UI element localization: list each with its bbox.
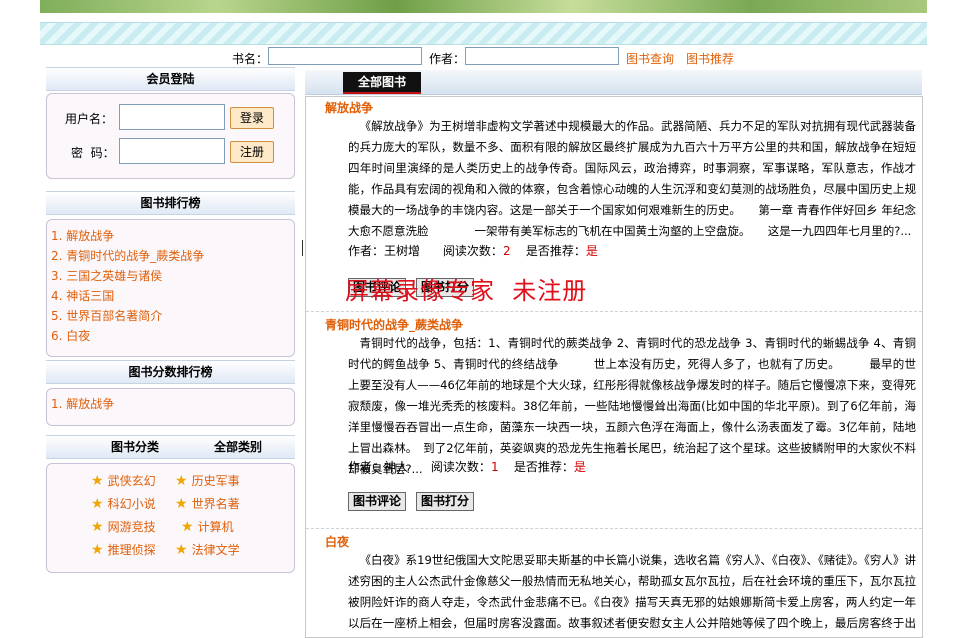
ranking-header: 图书排行榜: [46, 191, 295, 215]
ranking-item[interactable]: 1. 解放战争: [51, 226, 294, 246]
decorative-stripe: [40, 22, 927, 45]
password-input[interactable]: [119, 138, 225, 164]
category-item[interactable]: ★ 科幻小说: [91, 495, 156, 512]
category-item[interactable]: ★ 推理侦探: [91, 541, 156, 558]
ranking-item[interactable]: 4. 神话三国: [51, 286, 294, 306]
score-ranking-list: 1. 解放战争: [47, 389, 294, 414]
book-meta: 作者：王树增 阅读次数：2 是否推荐：是: [348, 244, 598, 258]
ranking-item[interactable]: 6. 白夜: [51, 326, 294, 346]
star-icon: ★: [91, 542, 104, 558]
book-description: 《解放战争》为王树增非虚构文学著述中规模最大的作品。武器简陋、兵力不足的军队对抗…: [348, 119, 916, 238]
author-search-input[interactable]: [465, 47, 619, 65]
star-icon: ★: [175, 496, 188, 512]
category-item[interactable]: ★ 计算机: [181, 518, 234, 535]
book-title[interactable]: 青铜时代的战争_蕨类战争: [325, 316, 463, 333]
book-title[interactable]: 白夜: [325, 533, 349, 550]
tab-all-books[interactable]: 全部图书: [343, 72, 421, 94]
all-categories-link[interactable]: 全部类别: [214, 436, 262, 458]
text-cursor-icon: [302, 240, 303, 256]
book-meta: 作者：神人 阅读次数：1 是否推荐：是: [348, 460, 586, 474]
book-author: 神人: [384, 460, 409, 474]
star-icon: ★: [91, 519, 104, 535]
star-icon: ★: [175, 542, 188, 558]
recommend-flag: 是: [585, 244, 598, 258]
category-item[interactable]: ★ 网游竞技: [91, 518, 156, 535]
login-button[interactable]: 登录: [230, 107, 274, 129]
book-review-button[interactable]: 图书评论: [348, 492, 407, 511]
login-header: 会员登陆: [46, 67, 295, 91]
categories-header: 图书分类 全部类别: [46, 435, 295, 459]
read-count: 2: [502, 244, 511, 258]
score-ranking-header: 图书分数排行榜: [46, 360, 295, 384]
book-description: 《白夜》系19世纪俄国大文陀思妥耶夫斯基的中长篇小说集，选收名篇《穷人》、《白夜…: [348, 553, 916, 630]
ranking-list: 1. 解放战争 2. 青铜时代的战争_蕨类战争 3. 三国之英雄与诸侯 4. 神…: [47, 220, 294, 346]
search-bar: 书名： 作者： 图书查询 图书推荐: [0, 47, 967, 67]
score-ranking-panel: 1. 解放战争: [46, 388, 295, 426]
category-item[interactable]: ★ 法律文学: [175, 541, 240, 558]
category-item[interactable]: ★ 世界名著: [175, 495, 240, 512]
ranking-item[interactable]: 5. 世界百部名著简介: [51, 306, 294, 326]
star-icon: ★: [181, 519, 194, 535]
book-divider: [306, 311, 922, 312]
register-button[interactable]: 注册: [230, 141, 274, 163]
book-score-button[interactable]: 图书打分: [416, 492, 475, 511]
book-recommend-link[interactable]: 图书推荐: [686, 50, 734, 67]
book-list: 解放战争 《解放战争》为王树增非虚构文学著述中规模最大的作品。武器简陋、兵力不足…: [305, 96, 923, 638]
recommend-flag: 是: [573, 460, 586, 474]
category-item[interactable]: ★ 武侠玄幻: [91, 472, 156, 489]
read-count: 1: [490, 460, 499, 474]
ranking-panel: 1. 解放战争 2. 青铜时代的战争_蕨类战争 3. 三国之英雄与诸侯 4. 神…: [46, 219, 295, 357]
ranking-item[interactable]: 2. 青铜时代的战争_蕨类战争: [51, 246, 294, 266]
book-query-link[interactable]: 图书查询: [626, 50, 674, 67]
book-entry: 青铜时代的战争_蕨类战争 青铜时代的战争，包括：1、青铜时代的蕨类战争 2、青铜…: [306, 316, 922, 516]
categories-panel: ★ 武侠玄幻 ★ 历史军事 ★ 科幻小说 ★ 世界名著 ★ 网游竞技 ★ 计算机 ★ 推理侦探…: [46, 463, 295, 573]
book-tabs: 全部图书: [305, 70, 922, 95]
book-entry: 白夜 《白夜》系19世纪俄国大文陀思妥耶夫斯基的中长篇小说集，选收名篇《穷人》、…: [306, 533, 922, 637]
star-icon: ★: [175, 473, 188, 489]
categories-title: 图书分类: [111, 440, 160, 454]
category-item[interactable]: ★ 历史军事: [175, 472, 240, 489]
book-title[interactable]: 解放战争: [325, 99, 373, 116]
username-input[interactable]: [119, 104, 225, 130]
title-label: 书名：: [232, 52, 269, 66]
title-search-input[interactable]: [268, 47, 422, 65]
book-divider: [306, 528, 922, 529]
screen-recorder-watermark: 屏幕录像专家 未注册: [345, 277, 588, 305]
author-label: 作者：: [429, 52, 466, 66]
book-author: 王树增: [384, 244, 421, 258]
star-icon: ★: [91, 473, 104, 489]
ranking-item[interactable]: 3. 三国之英雄与诸侯: [51, 266, 294, 286]
password-label: 密 码：: [71, 146, 115, 160]
header-banner: [40, 0, 927, 13]
username-label: 用户名：: [65, 112, 114, 126]
login-panel: 用户名： 登录 密 码： 注册: [46, 93, 295, 179]
star-icon: ★: [91, 496, 104, 512]
score-ranking-item[interactable]: 1. 解放战争: [51, 394, 294, 414]
